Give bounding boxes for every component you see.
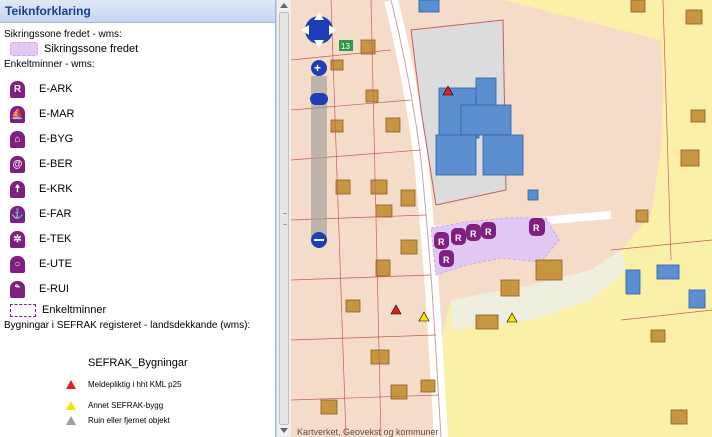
ship-icon: ⛵ <box>10 105 25 123</box>
gray-triangle-icon <box>66 415 76 425</box>
legend-item-e-krk: ☨ E-KRK <box>10 179 73 199</box>
enkeltminner-title: Enkeltminner - wms: <box>4 59 95 70</box>
map-view[interactable]: RRRRRR 13 + <box>291 0 712 437</box>
zoom-slider[interactable]: + <box>310 60 328 248</box>
legend-item-meldepliktig: Meldepliktig i hht KML p25 <box>66 376 182 392</box>
person-icon: ☨ <box>10 180 25 198</box>
legend-item-enkeltminner: Enkeltminner <box>10 300 106 320</box>
map-attribution: Kartverket, Geovekst og kommuner <box>297 427 439 437</box>
legend-item-e-ark: R E-ARK <box>10 79 73 99</box>
anchor-icon: ⚓ <box>10 205 25 223</box>
legend-item-sikringssone: Sikringssone fredet <box>10 39 138 59</box>
legend-panel: Teiknforklaring Sikringssone fredet - wm… <box>0 0 276 437</box>
legend-scrollbar[interactable] <box>276 0 291 437</box>
grip-icon <box>283 213 287 225</box>
svg-text:R: R <box>455 233 462 243</box>
legend-item-e-ber: @ E-BER <box>10 154 73 174</box>
svg-text:R: R <box>443 255 450 265</box>
legend-item-e-tek: ✲ E-TEK <box>10 229 71 249</box>
scroll-up-arrow-icon[interactable] <box>280 3 288 8</box>
sefrak-title: SEFRAK_Bygningar <box>88 357 188 369</box>
r-icon: R <box>10 80 25 98</box>
pink-area-swatch <box>10 42 38 56</box>
svg-text:+: + <box>314 61 321 75</box>
legend-header: Teiknforklaring <box>0 0 275 23</box>
red-triangle-icon <box>66 379 76 389</box>
legend-item-e-mar: ⛵ E-MAR <box>10 104 74 124</box>
legend-item-e-far: ⚓ E-FAR <box>10 204 71 224</box>
svg-text:R: R <box>533 223 540 233</box>
bygningar-title: Bygningar i SEFRAK registeret - landsdek… <box>4 320 251 331</box>
svg-text:R: R <box>438 237 445 247</box>
legend-item-e-rui: ᓐ E-RUI <box>10 279 69 299</box>
legend-item-annet: Annet SEFRAK-bygg <box>66 397 163 413</box>
legend-item-ruin: Ruin eller fjernet objekt <box>66 412 170 428</box>
yellow-triangle-icon <box>66 400 76 410</box>
svg-text:R: R <box>470 229 477 239</box>
scrollbar-thumb[interactable] <box>279 12 289 425</box>
ruin-icon: ᓐ <box>10 280 25 298</box>
map-canvas[interactable]: R R R R RR 13 + <box>291 0 712 437</box>
spiral-icon: @ <box>10 155 25 173</box>
ring-icon: ○ <box>10 255 25 273</box>
gear-icon: ✲ <box>10 230 25 248</box>
dashed-outline-swatch <box>10 303 36 317</box>
scroll-down-arrow-icon[interactable] <box>280 428 288 433</box>
svg-text:R: R <box>485 227 492 237</box>
road-number-label: 13 <box>341 42 350 51</box>
house-icon: ⌂ <box>10 130 25 148</box>
legend-item-e-byg: ⌂ E-BYG <box>10 129 73 149</box>
legend-item-e-ute: ○ E-UTE <box>10 254 72 274</box>
